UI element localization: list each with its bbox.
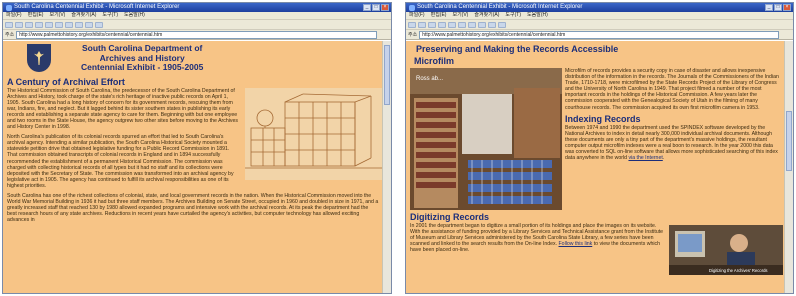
favorites-icon[interactable] <box>65 21 73 28</box>
right-address-bar: 주소 http://www.palmettohistory.org/exhibi… <box>406 29 793 40</box>
state-seal-icon <box>27 44 51 72</box>
history-icon[interactable] <box>75 21 83 28</box>
print-icon[interactable] <box>498 21 506 28</box>
ie-logo-icon <box>409 4 415 11</box>
right-menu-bar: 파일(F) 편집(E) 보기(V) 즐겨찾기(A) 도구(T) 도움말(H) <box>406 12 793 19</box>
archives-building-sketch-image <box>245 87 383 180</box>
digitizing-photo: Digitizing the Archives' Records <box>669 225 783 275</box>
right-toolbar <box>406 19 793 29</box>
minimize-icon[interactable]: _ <box>765 4 773 11</box>
stop-icon[interactable] <box>25 21 33 28</box>
left-scrollbar-thumb[interactable] <box>384 45 390 105</box>
menu-view[interactable]: 보기(V) <box>49 12 65 19</box>
forward-icon[interactable] <box>418 21 426 28</box>
left-address-bar: 주소 http://www.palmettohistory.org/exhibi… <box>3 29 391 40</box>
menu-view[interactable]: 보기(V) <box>452 12 468 19</box>
history-icon[interactable] <box>478 21 486 28</box>
right-window-title: South Carolina Centennial Exhibit - Micr… <box>417 4 583 10</box>
microfilm-storage-photo: Ross ab... <box>410 68 562 210</box>
collections-paragraph: South Carolina has one of the richest co… <box>7 193 379 224</box>
search-icon[interactable] <box>458 21 466 28</box>
forward-icon[interactable] <box>15 21 23 28</box>
page-title: Preserving and Making the Records Access… <box>416 44 619 54</box>
menu-favorites[interactable]: 즐겨찾기(A) <box>474 12 499 19</box>
left-title-bar: South Carolina Centennial Exhibit - Micr… <box>3 3 391 12</box>
left-url-field[interactable]: http://www.palmettohistory.org/exhibits/… <box>16 30 377 39</box>
menu-help[interactable]: 도움말(H) <box>527 12 548 19</box>
microfilm-heading: Microfilm <box>414 56 455 66</box>
photo2-caption: Digitizing the Archives' Records <box>709 268 768 273</box>
left-menu-bar: 파일(F) 편집(E) 보기(V) 즐겨찾기(A) 도구(T) 도움말(H) <box>3 12 391 19</box>
menu-tools[interactable]: 도구(T) <box>505 12 521 19</box>
menu-edit[interactable]: 편집(E) <box>28 12 44 19</box>
menu-help[interactable]: 도움말(H) <box>124 12 145 19</box>
close-icon[interactable]: × <box>381 4 389 11</box>
menu-favorites[interactable]: 즐겨찾기(A) <box>71 12 96 19</box>
page-title: South Carolina Department of Archives an… <box>81 43 204 72</box>
left-browser-window: South Carolina Centennial Exhibit - Micr… <box>2 2 392 294</box>
maximize-icon[interactable]: □ <box>372 4 380 11</box>
menu-edit[interactable]: 편집(E) <box>431 12 447 19</box>
menu-file[interactable]: 파일(F) <box>6 12 22 19</box>
print-icon[interactable] <box>95 21 103 28</box>
minimize-icon[interactable]: _ <box>363 4 371 11</box>
home-icon[interactable] <box>45 21 53 28</box>
search-icon[interactable] <box>55 21 63 28</box>
follow-link[interactable]: Follow this link <box>559 241 593 247</box>
ie-logo-icon <box>6 4 12 11</box>
right-scrollbar-thumb[interactable] <box>786 111 792 171</box>
photo-caption: Ross ab... <box>416 76 443 82</box>
right-page-content: Preserving and Making the Records Access… <box>406 41 785 293</box>
mail-icon[interactable] <box>85 21 93 28</box>
right-title-bar: South Carolina Centennial Exhibit - Micr… <box>406 3 793 12</box>
back-icon[interactable] <box>408 21 416 28</box>
refresh-icon[interactable] <box>438 21 446 28</box>
digitizing-heading: Digitizing Records <box>410 212 490 222</box>
back-icon[interactable] <box>5 21 13 28</box>
refresh-icon[interactable] <box>35 21 43 28</box>
section-heading: A Century of Archival Effort <box>7 76 125 87</box>
internet-link[interactable]: via the Internet <box>628 155 662 161</box>
maximize-icon[interactable]: □ <box>774 4 782 11</box>
left-scrollbar[interactable] <box>382 41 391 293</box>
page-header: South Carolina Department of Archives an… <box>3 41 383 73</box>
left-window-title: South Carolina Centennial Exhibit - Micr… <box>14 4 180 10</box>
stop-icon[interactable] <box>428 21 436 28</box>
close-icon[interactable]: × <box>783 4 791 11</box>
right-url-field[interactable]: http://www.palmettohistory.org/exhibits/… <box>419 30 779 39</box>
address-label: 주소 <box>5 32 15 38</box>
menu-tools[interactable]: 도구(T) <box>102 12 118 19</box>
left-page-content: South Carolina Department of Archives an… <box>3 41 383 293</box>
right-scrollbar[interactable] <box>784 41 793 293</box>
address-label: 주소 <box>408 32 418 38</box>
favorites-icon[interactable] <box>468 21 476 28</box>
left-toolbar <box>3 19 391 29</box>
right-browser-window: South Carolina Centennial Exhibit - Micr… <box>405 2 794 294</box>
home-icon[interactable] <box>448 21 456 28</box>
mail-icon[interactable] <box>488 21 496 28</box>
menu-file[interactable]: 파일(F) <box>409 12 425 19</box>
